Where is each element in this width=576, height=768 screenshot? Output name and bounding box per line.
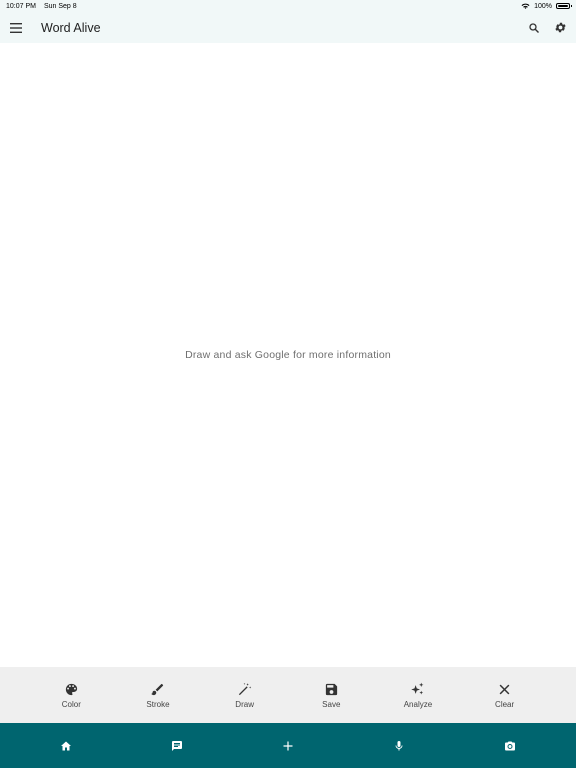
page-title: Word Alive bbox=[41, 20, 101, 35]
status-bar: 10:07 PM Sun Sep 8 100% bbox=[0, 0, 576, 12]
sparkle-icon bbox=[411, 682, 424, 694]
draw-label: Draw bbox=[235, 699, 254, 709]
search-icon bbox=[528, 22, 539, 33]
nav-camera[interactable] bbox=[498, 734, 522, 758]
nav-chat[interactable] bbox=[165, 734, 189, 758]
chat-icon bbox=[171, 740, 182, 751]
nav-voice[interactable] bbox=[387, 734, 411, 758]
palette-icon bbox=[65, 683, 77, 695]
magic-wand-icon bbox=[239, 682, 252, 695]
camera-icon bbox=[505, 741, 516, 750]
home-icon bbox=[60, 741, 71, 750]
settings-button[interactable] bbox=[551, 18, 570, 37]
wifi-icon bbox=[521, 2, 530, 11]
analyze-label: Analyze bbox=[403, 699, 433, 709]
clear-button[interactable]: Clear bbox=[475, 682, 535, 709]
save-label: Save bbox=[322, 699, 341, 709]
microphone-icon bbox=[395, 740, 403, 750]
menu-button[interactable] bbox=[6, 18, 26, 38]
floppy-icon bbox=[325, 683, 337, 695]
app-bar: Word Alive bbox=[0, 12, 576, 43]
drawing-toolbar: Color Stroke Draw Save Analyze Clear bbox=[0, 667, 576, 723]
draw-button[interactable]: Draw bbox=[215, 682, 275, 709]
plus-icon bbox=[283, 741, 293, 750]
color-label: Color bbox=[61, 699, 81, 709]
stroke-label: Stroke bbox=[146, 699, 170, 709]
status-time: 10:07 PM bbox=[6, 2, 36, 10]
status-date: Sun Sep 8 bbox=[43, 2, 77, 10]
brush-icon bbox=[151, 683, 164, 695]
nav-add[interactable] bbox=[276, 734, 300, 758]
gear-icon bbox=[555, 22, 566, 33]
bottom-navigation bbox=[0, 723, 576, 768]
analyze-button[interactable]: Analyze bbox=[388, 682, 448, 709]
clear-label: Clear bbox=[495, 699, 515, 709]
battery-percent: 100% bbox=[534, 2, 552, 10]
battery-icon bbox=[556, 3, 572, 9]
stroke-button[interactable]: Stroke bbox=[128, 682, 188, 709]
menu-icon bbox=[10, 22, 22, 33]
color-button[interactable]: Color bbox=[41, 682, 101, 709]
save-button[interactable]: Save bbox=[301, 682, 361, 709]
close-icon bbox=[499, 684, 510, 694]
canvas-hint: Draw and ask Google for more information bbox=[185, 349, 391, 361]
nav-home[interactable] bbox=[54, 734, 78, 758]
drawing-canvas[interactable]: Draw and ask Google for more information bbox=[0, 43, 576, 667]
search-button[interactable] bbox=[524, 18, 543, 37]
